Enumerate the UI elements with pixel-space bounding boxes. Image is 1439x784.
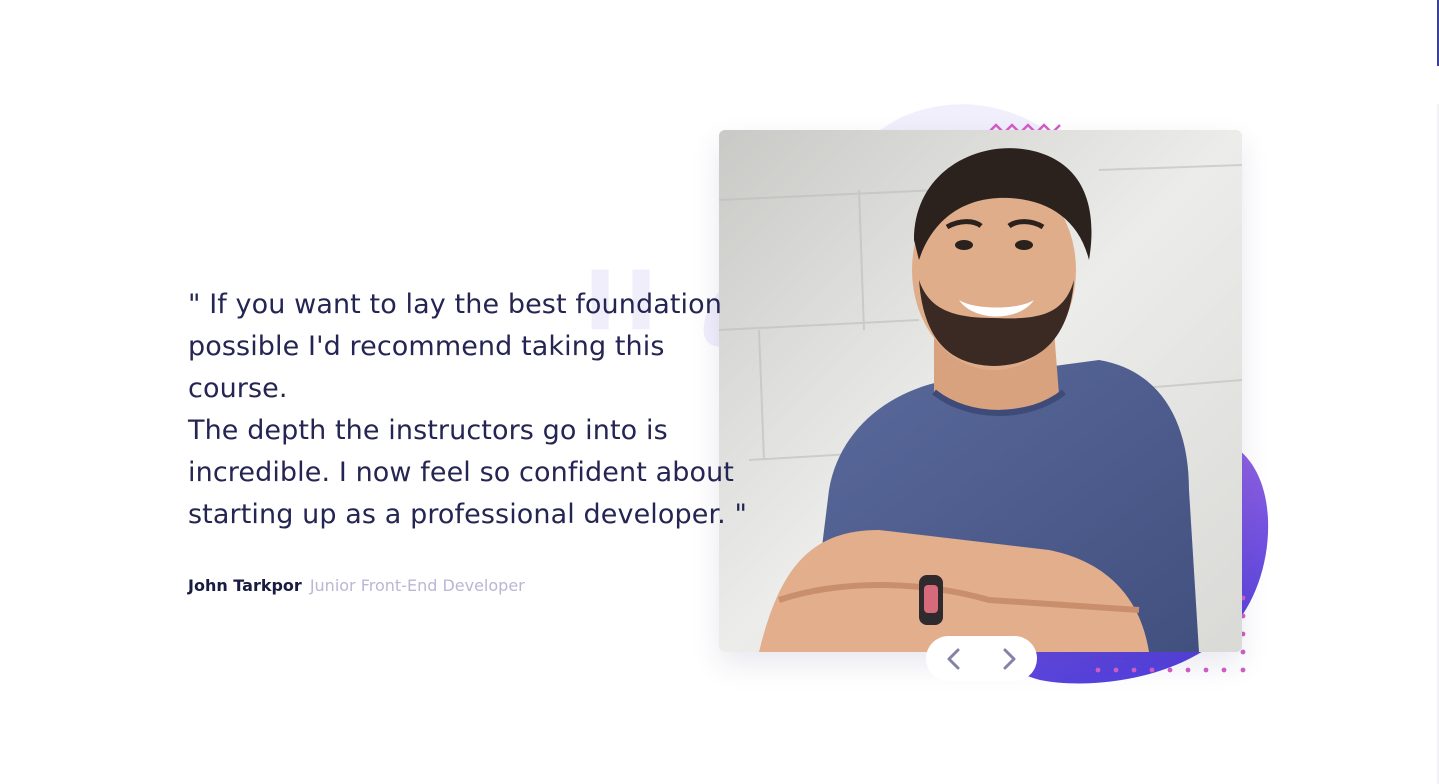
slider-navigation: [926, 636, 1037, 681]
testimonial-author: John Tarkpor Junior Front-End Developer: [188, 576, 768, 595]
quote-line: The depth the instructors go into is: [188, 415, 668, 446]
testimonial-quote: " If you want to lay the best foundation…: [188, 284, 768, 536]
testimonial-photo: [719, 130, 1242, 652]
author-name: John Tarkpor: [188, 576, 302, 595]
quote-line: incredible. I now feel so confident abou…: [188, 457, 734, 488]
previous-button[interactable]: [934, 639, 974, 679]
author-role: Junior Front-End Developer: [309, 576, 525, 595]
portrait-image: [719, 130, 1242, 652]
quote-line: starting up as a professional developer.…: [188, 499, 748, 530]
chevron-left-icon: [947, 648, 960, 669]
quote-line: possible I'd recommend taking this cours…: [188, 331, 665, 404]
chevron-right-icon: [1003, 648, 1016, 669]
testimonial-section: " " If you want to lay the best foundati…: [0, 0, 1439, 784]
quote-line: " If you want to lay the best foundation: [188, 289, 722, 320]
testimonial-content: " If you want to lay the best foundation…: [188, 284, 768, 595]
next-button[interactable]: [989, 639, 1029, 679]
